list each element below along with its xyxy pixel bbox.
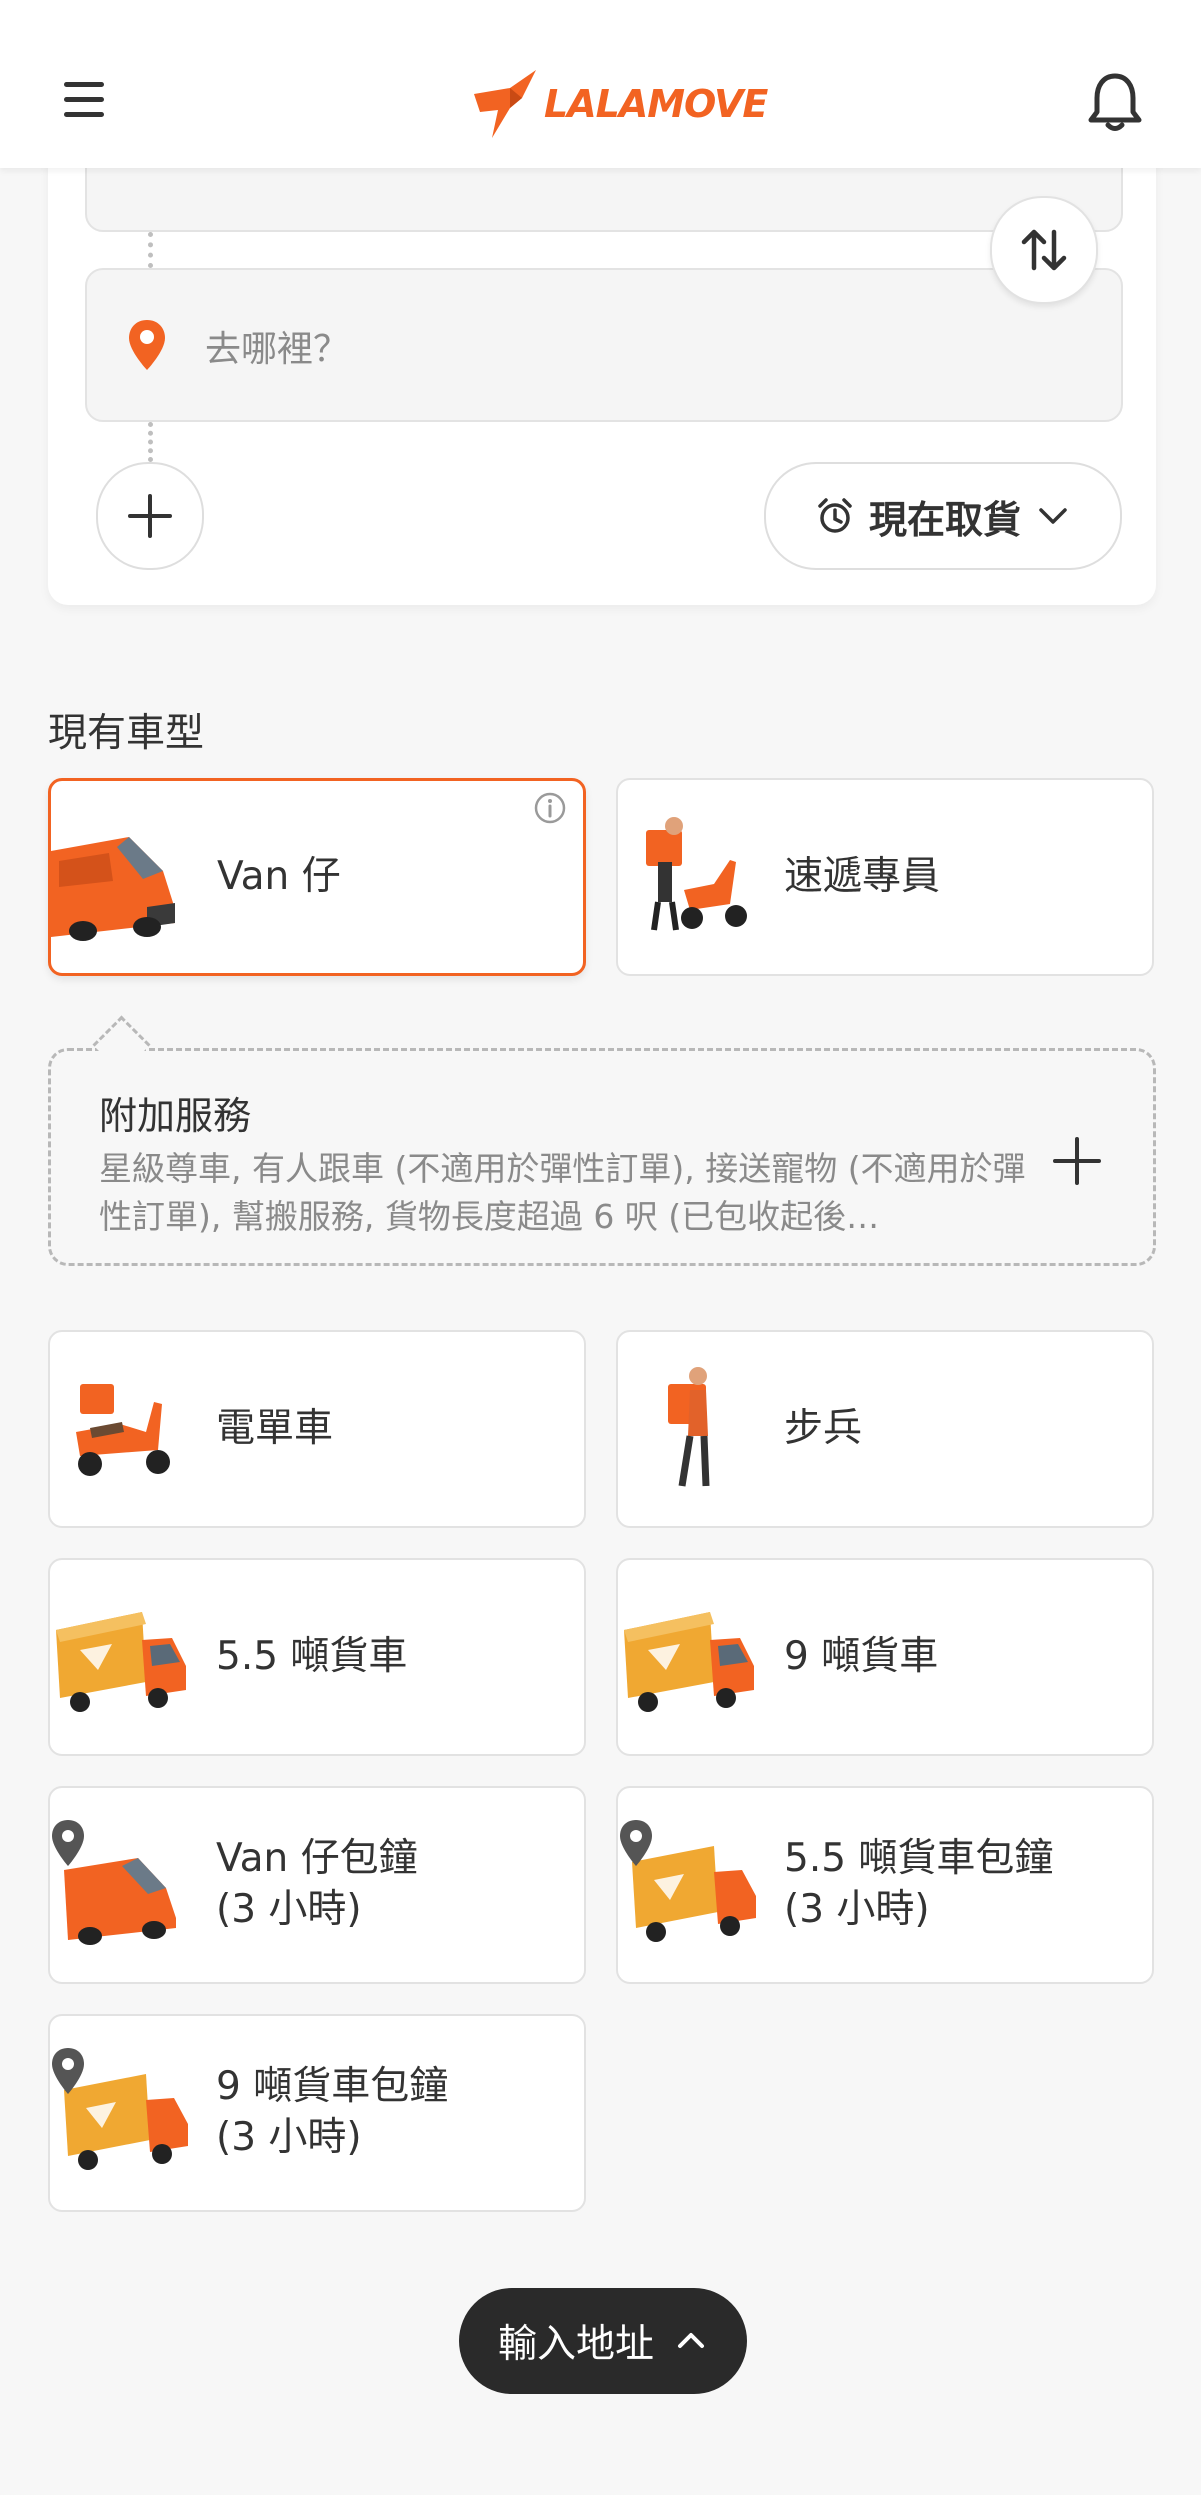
- vehicle-label: 5.5 噸貨車: [216, 1633, 408, 1679]
- logo-text: LALAMOVE: [544, 82, 768, 126]
- swap-addresses-button[interactable]: [990, 196, 1098, 304]
- vehicle-card-courier[interactable]: 速遞專員: [616, 778, 1154, 976]
- truck-hourly-icon: [620, 1820, 756, 1942]
- enter-address-button[interactable]: 輸入地址: [459, 2288, 747, 2394]
- vehicle-card-walker[interactable]: 步兵: [616, 1330, 1154, 1528]
- walker-courier-icon: [668, 1367, 710, 1487]
- vehicle-card-motorcycle[interactable]: 電單車: [48, 1330, 586, 1528]
- van-icon: [51, 837, 175, 941]
- vehicle-label-line: (3 小時): [216, 1887, 362, 1932]
- pickup-time-label: 現在取貨: [868, 497, 1021, 542]
- vehicle-label: 速遞專員: [784, 853, 941, 899]
- route-connector: [148, 422, 153, 462]
- location-pin-icon: [129, 320, 165, 370]
- destination-address-field[interactable]: 去哪裡？: [85, 268, 1123, 422]
- chevron-down-icon: [1039, 508, 1067, 524]
- vehicle-card-5-5-ton-truck[interactable]: 5.5 噸貨車: [48, 1558, 586, 1756]
- plus-icon[interactable]: [1051, 1135, 1103, 1187]
- vehicle-card-9-ton-truck[interactable]: 9 噸貨車: [616, 1558, 1154, 1756]
- available-vehicles-title: 現有車型: [48, 711, 205, 756]
- plus-icon: [128, 494, 172, 538]
- info-icon[interactable]: [533, 791, 567, 825]
- vehicle-card-van-hourly[interactable]: Van 仔包鐘 (3 小時): [48, 1786, 586, 1984]
- truck-icon: [624, 1612, 754, 1712]
- motorcycle-icon: [76, 1384, 170, 1476]
- hamburger-menu-icon[interactable]: [60, 78, 108, 122]
- enter-address-label: 輸入地址: [497, 2322, 654, 2367]
- vehicle-label: 電單車: [216, 1405, 334, 1451]
- van-hourly-icon: [52, 1820, 176, 1945]
- bell-icon[interactable]: [1085, 70, 1145, 134]
- vehicle-label-line: 9 噸貨車包鐘: [216, 2064, 449, 2110]
- addon-services-panel[interactable]: 附加服務 星級尊車, 有人跟車 (不適用於彈性訂單), 接送寵物 (不適用於彈性…: [48, 1015, 1156, 1266]
- vehicle-card-van[interactable]: Van 仔: [48, 778, 586, 976]
- hummingbird-logo-icon: [474, 70, 536, 138]
- vehicle-label: 5.5 噸貨車包鐘 (3 小時): [784, 1788, 1053, 1982]
- route-connector: [148, 232, 153, 268]
- vehicle-label: 9 噸貨車: [784, 1633, 939, 1679]
- vehicle-label-line: 5.5 噸貨車包鐘: [784, 1836, 1054, 1882]
- swap-icon: [1021, 229, 1067, 271]
- vehicle-label: Van 仔: [217, 853, 341, 899]
- addon-title: 附加服務: [99, 1094, 252, 1138]
- vehicle-label-line: (3 小時): [784, 1887, 930, 1932]
- vehicle-label: 步兵: [784, 1405, 863, 1451]
- pickup-time-button[interactable]: 現在取貨: [764, 462, 1122, 570]
- truck-icon: [56, 1612, 186, 1712]
- lalamove-logo: LALAMOVE: [470, 64, 768, 144]
- add-stop-button[interactable]: [96, 462, 204, 570]
- route-card: 去哪裡？ 現在取貨: [48, 80, 1156, 605]
- vehicle-label: Van 仔包鐘 (3 小時): [216, 1788, 418, 1982]
- vehicle-label-line: (3 小時): [216, 2115, 362, 2160]
- app-header: LALAMOVE: [0, 0, 1201, 168]
- courier-scooter-icon: [646, 817, 747, 931]
- vehicle-card-5-5-ton-truck-hourly[interactable]: 5.5 噸貨車包鐘 (3 小時): [616, 1786, 1154, 1984]
- alarm-clock-icon: [818, 498, 852, 533]
- addon-description: 星級尊車, 有人跟車 (不適用於彈性訂單), 接送寵物 (不適用於彈性訂單), …: [99, 1149, 1026, 1236]
- destination-placeholder: 去哪裡？: [205, 329, 350, 370]
- vehicle-label-line: Van 仔包鐘: [216, 1836, 418, 1882]
- vehicle-label: 9 噸貨車包鐘 (3 小時): [216, 2016, 448, 2210]
- vehicle-card-9-ton-truck-hourly[interactable]: 9 噸貨車包鐘 (3 小時): [48, 2014, 586, 2212]
- truck-hourly-icon: [52, 2048, 188, 2170]
- chevron-up-icon: [678, 2333, 704, 2348]
- addon-pointer: [92, 1015, 151, 1074]
